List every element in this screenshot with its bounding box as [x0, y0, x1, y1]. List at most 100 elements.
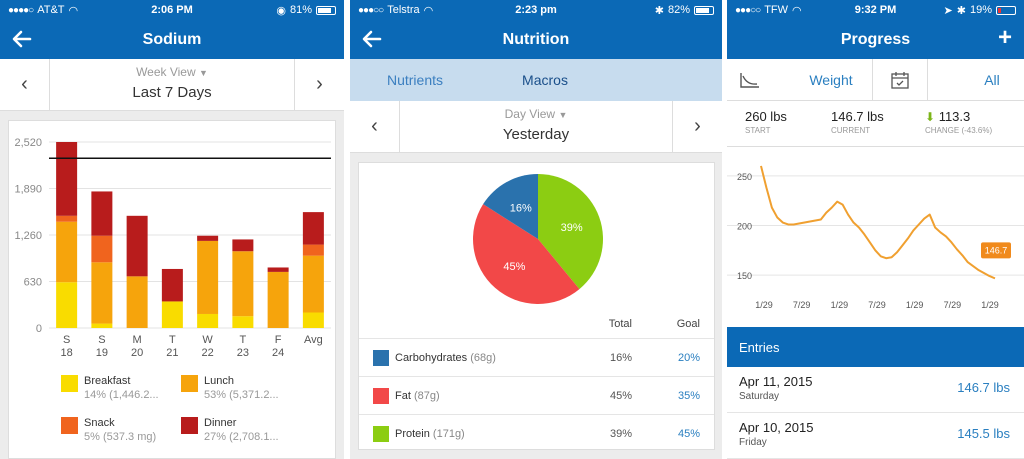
- current-value-label: 146.7: [985, 245, 1008, 255]
- weight-selector[interactable]: Weight: [797, 59, 865, 100]
- period-label: Last 7 Days: [132, 84, 212, 101]
- nav-bar: Progress +: [727, 20, 1024, 59]
- period-label: Yesterday: [502, 126, 570, 143]
- y-tick-label: 1,890: [14, 184, 42, 196]
- legend-text: Dinner 27% (2,708.1...: [204, 416, 279, 444]
- sodium-bar-chart: 06301,2601,8902,520S18S19M20T21W22T23F24…: [14, 137, 331, 359]
- back-arrow-icon[interactable]: [10, 28, 34, 50]
- legend-name: Snack: [84, 417, 115, 429]
- caret-down-icon: ▼: [558, 110, 568, 120]
- bar-segment: [267, 267, 289, 272]
- bar-segment: [126, 276, 148, 328]
- legend-text: Lunch 53% (5,371.2...: [204, 374, 279, 402]
- list-item[interactable]: Apr 11, 2015 Saturday 146.7 lbs: [727, 367, 1024, 413]
- signal-icon: ●●●●○: [8, 4, 34, 16]
- battery-icon: [694, 5, 714, 15]
- battery-icon: [316, 5, 336, 15]
- wifi-icon: ◠: [423, 4, 434, 17]
- bar-segment: [56, 221, 78, 283]
- bar-segment: [232, 239, 254, 252]
- back-arrow-icon[interactable]: [360, 28, 384, 50]
- legend-item: Snack 5% (537.3 mg): [61, 416, 156, 444]
- y-tick-label: 630: [24, 277, 42, 289]
- weight-series-line: [760, 165, 996, 280]
- macro-total: 16%: [609, 351, 632, 364]
- progress-screen: ●●●○○ TFW ◠ 9:32 PM ➤ ✱ 19% Progress + W…: [727, 0, 1024, 459]
- weight-stats: 260 lbs START 146.7 lbs CURRENT ⬇ 113.3 …: [727, 101, 1024, 147]
- bar-segment: [267, 271, 289, 328]
- tab-nutrients[interactable]: Nutrients: [350, 72, 480, 88]
- rotation-lock-icon: ◉: [276, 4, 286, 17]
- x-tick-sublabel: 24: [272, 347, 284, 359]
- view-selector[interactable]: Day View ▼: [350, 107, 722, 121]
- bar-segment: [161, 268, 183, 302]
- page-title: Sodium: [142, 30, 202, 48]
- entry-date: Apr 10, 2015: [739, 420, 814, 435]
- stat-start: 260 lbs START: [745, 109, 787, 135]
- view-selector[interactable]: Week View ▼: [0, 65, 344, 79]
- x-tick-label: W: [202, 334, 213, 346]
- status-bar: ●●●●○ AT&T ◠ 2:06 PM ◉ 81%: [0, 0, 344, 20]
- next-period-button[interactable]: ›: [294, 59, 344, 110]
- progress-toolbar: Weight All: [727, 59, 1024, 101]
- weight-line-chart: 150 200 250 1/29 7/29 1/29 7/29 1/29 7/29 1/29 146…: [727, 165, 1024, 310]
- entries-header: Entries: [727, 327, 1024, 367]
- calendar-button[interactable]: [873, 59, 927, 100]
- macro-swatch: [373, 387, 389, 404]
- macro-total: 45%: [609, 389, 632, 402]
- x-tick-sublabel: 18: [61, 347, 73, 359]
- nav-bar: Sodium: [0, 20, 344, 59]
- bar-segment: [91, 323, 113, 328]
- add-plus-icon[interactable]: +: [998, 26, 1012, 50]
- carrier: Telstra: [387, 4, 420, 16]
- macro-row: Carbohydrates (68g) 16% 20%: [359, 338, 714, 376]
- entry-date: Apr 11, 2015: [739, 374, 813, 389]
- pie-value-label: 45%: [503, 261, 525, 273]
- macros-card: 39% 45% 16% Total Goal Carbohydrates (68g)…: [358, 162, 715, 450]
- battery-percent: 82%: [667, 4, 690, 16]
- sodium-screen: ●●●●○ AT&T ◠ 2:06 PM ◉ 81% Sodium ‹ Week…: [0, 0, 344, 459]
- macro-grams: (87g): [413, 389, 440, 402]
- entry-value: 145.5 lbs: [957, 426, 1010, 441]
- nav-bar: Nutrition: [350, 20, 722, 59]
- bar-segment: [91, 262, 113, 324]
- legend-swatch: [181, 417, 198, 434]
- legend-swatch: [61, 417, 78, 434]
- legend-text: Snack 5% (537.3 mg): [84, 416, 156, 444]
- wifi-icon: ◠: [68, 4, 79, 17]
- chevron-right-icon: ›: [694, 115, 701, 137]
- down-arrow-icon: ⬇: [925, 110, 936, 124]
- macro-label: Protein (171g): [395, 428, 465, 440]
- macro-label: Carbohydrates (68g): [395, 352, 496, 364]
- legend-item: Breakfast 14% (1,446.2...: [61, 374, 159, 402]
- toolbar-divider: [927, 59, 928, 100]
- signal-icon: ●●●○○: [358, 4, 384, 16]
- x-tick-sublabel: 22: [202, 347, 214, 359]
- bar-segment: [56, 215, 78, 222]
- list-item[interactable]: Apr 10, 2015 Friday 145.5 lbs: [727, 413, 1024, 459]
- chart-toggle-button[interactable]: [727, 59, 772, 100]
- range-all-button[interactable]: All: [967, 59, 1017, 100]
- legend-item: Lunch 53% (5,371.2...: [181, 374, 279, 402]
- macro-row: Protein (171g) 39% 45%: [359, 414, 714, 452]
- macro-name: Fat: [395, 389, 411, 402]
- y-tick-label: 2,520: [14, 137, 42, 149]
- location-icon: ➤: [943, 4, 953, 17]
- x-tick-sublabel: 21: [166, 347, 178, 359]
- x-tick-label: 1/29: [906, 300, 924, 310]
- macro-total: 39%: [609, 427, 632, 440]
- bluetooth-icon: ✱: [956, 4, 966, 17]
- tab-macros[interactable]: Macros: [480, 72, 610, 88]
- calendar-icon: [891, 71, 909, 89]
- next-day-button[interactable]: ›: [672, 101, 722, 152]
- bar-segment: [302, 212, 324, 245]
- x-tick-sublabel: 20: [131, 347, 143, 359]
- carrier: TFW: [764, 4, 789, 16]
- legend-detail: 5% (537.3 mg): [84, 431, 157, 443]
- status-bar: ●●●○○ Telstra ◠ 2:23 pm ✱ 82%: [350, 0, 722, 20]
- bar-segment: [302, 255, 324, 313]
- nutrition-screen: ●●●○○ Telstra ◠ 2:23 pm ✱ 82% Nutrition …: [350, 0, 722, 459]
- macro-name: Carbohydrates: [395, 351, 468, 364]
- macro-grams: (171g): [432, 427, 465, 440]
- x-tick-label: 1/29: [831, 300, 849, 310]
